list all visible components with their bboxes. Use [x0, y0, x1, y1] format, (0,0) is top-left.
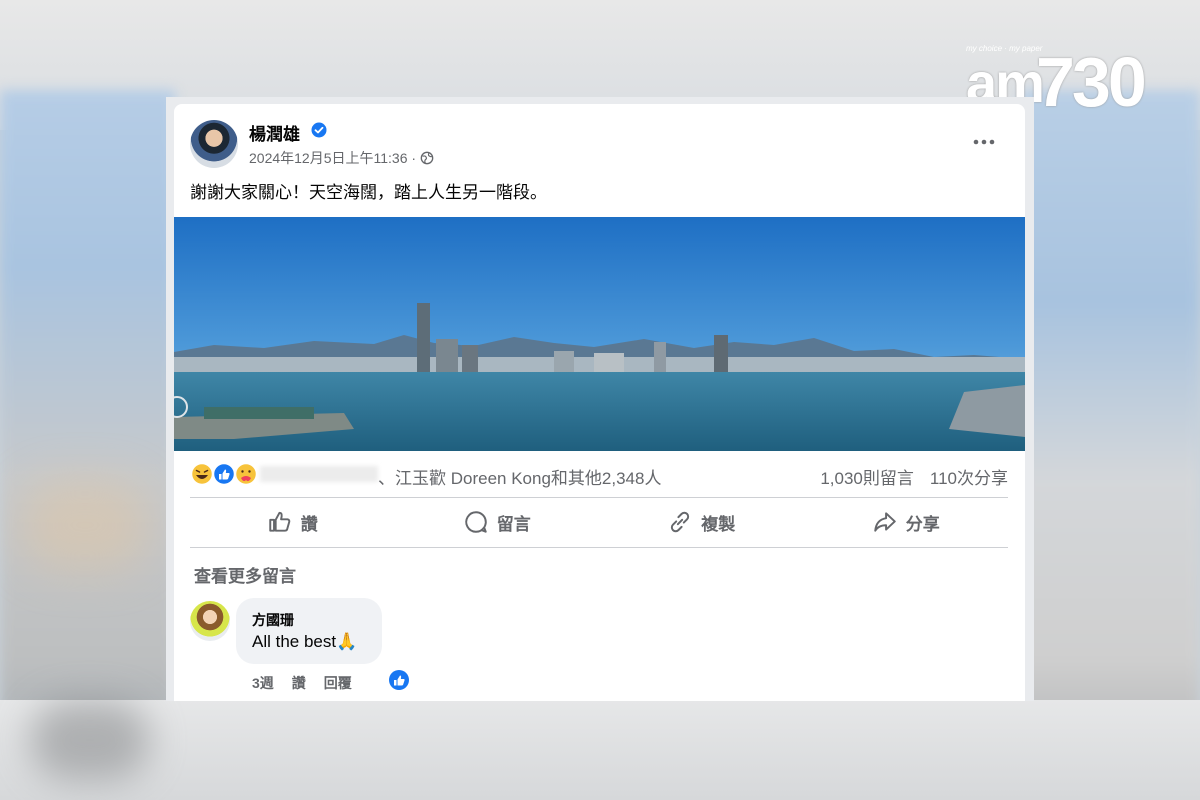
comment-like-button[interactable]: 讚 — [292, 673, 306, 693]
post-actions-bar: 讚 留言 複製 分享 — [190, 500, 1008, 544]
watermark-number: 730 — [1036, 43, 1147, 121]
comment-button[interactable]: 留言 — [395, 500, 600, 544]
like-reaction-icon — [212, 462, 236, 486]
comment-actions: 3週 讚 回覆 — [252, 673, 352, 693]
comment-text: All the best🙏 — [252, 632, 358, 651]
comment-bubble: 方國珊 All the best🙏 — [236, 598, 382, 664]
post-timestamp[interactable]: 2024年12月5日上午11:36 · — [249, 148, 416, 168]
like-button-label: 讚 — [300, 514, 318, 534]
view-more-comments[interactable]: 查看更多留言 — [194, 562, 296, 587]
redacted-names — [260, 466, 378, 482]
comment-count[interactable]: 1,030則留言 — [820, 464, 914, 489]
globe-icon — [420, 151, 434, 165]
share-button[interactable]: 分享 — [804, 500, 1009, 544]
author-avatar[interactable] — [190, 120, 238, 168]
post-card: 楊潤雄 2024年12月5日上午11:36 · 謝謝大家關心！天空海闊，踏上人生… — [174, 104, 1025, 701]
thumbs-up-icon — [269, 511, 291, 532]
link-icon — [671, 511, 690, 533]
like-button[interactable]: 讚 — [190, 500, 395, 544]
share-count[interactable]: 110次分享 — [930, 464, 1008, 489]
share-icon — [874, 512, 896, 532]
copy-link-button[interactable]: 複製 — [599, 500, 804, 544]
engagement-counts: 1,030則留言 110次分享 — [820, 464, 1008, 489]
haha-reaction-icon — [190, 462, 214, 486]
copy-button-label: 複製 — [701, 514, 736, 534]
author-name[interactable]: 楊潤雄 — [249, 120, 300, 145]
reaction-names[interactable]: 、江玉歡 Doreen Kong和其他2,348人 — [378, 464, 661, 489]
reaction-stats: 、江玉歡 Doreen Kong和其他2,348人 1,030則留言 110次分… — [190, 460, 1008, 490]
comment-button-label: 留言 — [496, 514, 531, 534]
post-header: 楊潤雄 2024年12月5日上午11:36 · 謝謝大家關心！天空海闊，踏上人生… — [174, 104, 1025, 214]
post-meta: 2024年12月5日上午11:36 · — [249, 148, 434, 168]
comment-icon — [465, 511, 487, 533]
commenter-name[interactable]: 方國珊 — [252, 610, 294, 630]
comment-time[interactable]: 3週 — [252, 673, 274, 693]
actions-divider — [190, 547, 1008, 548]
like-reaction-icon[interactable] — [388, 669, 410, 691]
care-reaction-icon — [234, 462, 258, 486]
commenter-avatar[interactable] — [190, 601, 230, 641]
more-options-icon[interactable] — [970, 130, 998, 154]
stats-divider — [190, 497, 1008, 498]
verified-badge-icon — [311, 122, 327, 138]
post-caption: 謝謝大家關心！天空海闊，踏上人生另一階段。 — [190, 183, 547, 202]
reaction-icons[interactable] — [190, 462, 260, 486]
post-photo[interactable] — [174, 217, 1025, 451]
share-button-label: 分享 — [905, 514, 940, 534]
comment-reply-button[interactable]: 回覆 — [324, 673, 352, 693]
